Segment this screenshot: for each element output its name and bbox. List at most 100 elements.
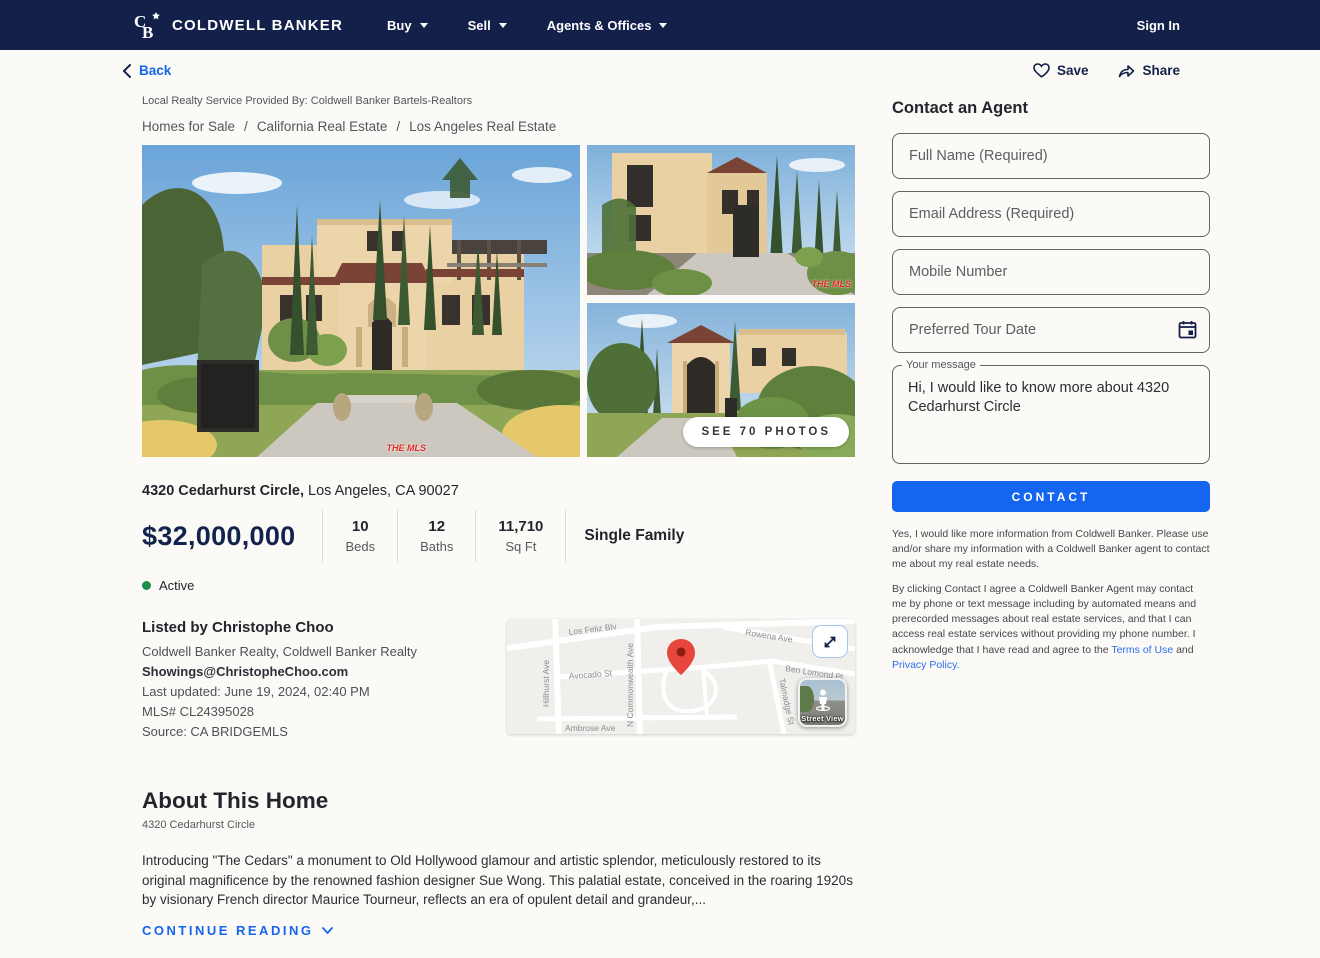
nav-buy-label: Buy [387,17,412,33]
sqft-value: 11,710 [498,518,544,535]
property-address: 4320 Cedarhurst Circle, Los Angeles, CA … [142,483,855,499]
coldwell-banker-logo[interactable]: C B COLDWELL BANKER [133,10,343,40]
beds-value: 10 [351,518,369,535]
active-status-dot [142,581,151,590]
share-label: Share [1142,63,1180,78]
address-street: 4320 Cedarhurst Circle, [142,483,304,499]
brand-name: COLDWELL BANKER [172,16,344,34]
contact-submit-button[interactable]: CONTACT [892,481,1210,512]
street-view-label: Street View [801,714,844,723]
baths-stat: 12 Baths [398,518,475,554]
sign-in-button[interactable]: Sign In [1137,18,1180,33]
chevron-down-icon [322,926,334,934]
svg-text:Ambrose Ave: Ambrose Ave [565,723,616,733]
save-button[interactable]: Save [1033,63,1088,78]
mls-number: MLS# CL24395028 [142,704,255,719]
provider-note: Local Realty Service Provided By: Coldwe… [142,95,473,107]
heart-icon [1033,63,1050,78]
svg-text:Hillhurst Ave: Hillhurst Ave [541,660,551,707]
listing-toolbar: Back Save Share [122,63,1180,78]
privacy-policy-link[interactable]: Privacy Policy. [892,659,960,671]
property-type: Single Family [584,527,685,544]
about-section: About This Home 4320 Cedarhurst Circle I… [142,788,855,938]
share-button[interactable]: Share [1118,63,1180,78]
top-navbar: C B COLDWELL BANKER Buy Sell Agents & Of… [0,0,1320,50]
legal-text: By clicking Contact I agree a Coldwell B… [892,582,1210,673]
secondary-photo-top[interactable]: THE MLS [587,145,855,295]
baths-value: 12 [428,518,446,535]
address-city: Los Angeles, CA 90027 [304,483,459,499]
svg-text:B: B [142,23,153,40]
listing-source: Source: CA BRIDGEMLS [142,724,288,739]
map-expand-button[interactable] [812,625,848,658]
street-view-trees [800,686,814,712]
beds-stat: 10 Beds [323,518,397,554]
main-photo[interactable]: THE MLS [142,145,580,457]
about-title: About This Home [142,788,329,813]
email-field-wrap [892,191,1210,237]
message-field[interactable]: Hi, I would like to know more about 4320… [893,366,1209,463]
about-subtitle: 4320 Cedarhurst Circle [142,819,256,831]
nav-agents-label: Agents & Offices [546,17,652,33]
sqft-label: Sq Ft [505,539,537,554]
location-map[interactable]: Los Feliz Blv Hillhurst Ave N Commonweal… [507,619,855,734]
mobile-field-wrap [892,249,1210,295]
listing-price: $32,000,000 [142,520,296,551]
mls-watermark: THE MLS [811,279,852,289]
contact-agent-panel: Contact an Agent Your message [892,88,1210,958]
nav-sell-label: Sell [467,17,491,33]
nav-buy[interactable]: Buy [387,18,428,33]
listing-agent-info: Listed by Christophe Choo Coldwell Banke… [142,619,492,744]
breadcrumb-homes-for-sale[interactable]: Homes for Sale [142,119,235,134]
sqft-stat: 11,710 Sq Ft [476,518,565,554]
message-field-label: Your message [902,359,980,371]
message-field-wrap: Your message Hi, I would like to know mo… [892,359,1210,464]
share-icon [1118,63,1135,78]
continue-reading-label: CONTINUE READING [142,922,314,938]
breadcrumb: Homes for Sale / California Real Estate … [142,119,855,134]
listing-column: Local Realty Service Provided By: Coldwe… [142,88,855,958]
pegman-icon [815,689,830,712]
cb-monogram-icon: C B [133,10,163,40]
chevron-down-icon [419,22,428,28]
listed-by: Listed by Christophe Choo [142,619,334,636]
full-name-field-wrap [892,133,1210,179]
street-view-button[interactable]: Street View [798,678,847,727]
page-content: Local Realty Service Provided By: Coldwe… [142,88,1320,958]
email-field[interactable] [892,191,1210,237]
agent-email[interactable]: Showings@ChristopheChoo.com [142,664,492,679]
calendar-icon[interactable] [1178,320,1197,339]
breadcrumb-separator: / [396,119,401,134]
legal-text-and: and [1173,643,1194,656]
breadcrumb-california[interactable]: California Real Estate [257,119,388,134]
mls-watermark: THE MLS [386,443,427,453]
last-updated: Last updated: June 19, 2024, 02:40 PM [142,684,370,699]
secondary-photo-bottom[interactable]: SEE 70 PHOTOS [587,303,855,457]
expand-icon [824,636,836,647]
chevron-left-icon [122,63,131,78]
nav-agents-offices[interactable]: Agents & Offices [547,18,668,33]
tour-date-field-wrap [892,307,1210,353]
active-status-label: Active [159,578,195,593]
nav-sell[interactable]: Sell [468,18,507,33]
tour-date-field[interactable] [892,307,1210,353]
terms-of-use-link[interactable]: Terms of Use [1111,644,1173,656]
agent-map-section: Listed by Christophe Choo Coldwell Banke… [142,619,855,744]
mobile-number-field[interactable] [892,249,1210,295]
full-name-field[interactable] [892,133,1210,179]
about-description: Introducing "The Cedars" a monument to O… [142,853,853,908]
contact-agent-title: Contact an Agent [892,99,1028,117]
divider [565,510,567,562]
breadcrumb-los-angeles[interactable]: Los Angeles Real Estate [409,119,556,134]
listing-status: Active [142,578,855,593]
breadcrumb-separator: / [244,119,248,134]
svg-text:N Commonwealth Ave: N Commonwealth Ave [625,643,635,727]
chevron-down-icon [498,22,507,28]
price-summary: $32,000,000 10 Beds 12 Baths 11,710 Sq F… [142,510,855,562]
consent-text: Yes, I would like more information from … [892,528,1210,571]
brokerage: Coldwell Banker Realty, Coldwell Banker … [142,644,418,659]
photo-gallery: THE MLS THE MLS SEE 70 PHOTOS [142,145,855,457]
back-button[interactable]: Back [122,63,171,78]
see-all-photos-button[interactable]: SEE 70 PHOTOS [683,417,849,447]
continue-reading-button[interactable]: CONTINUE READING [142,923,855,938]
